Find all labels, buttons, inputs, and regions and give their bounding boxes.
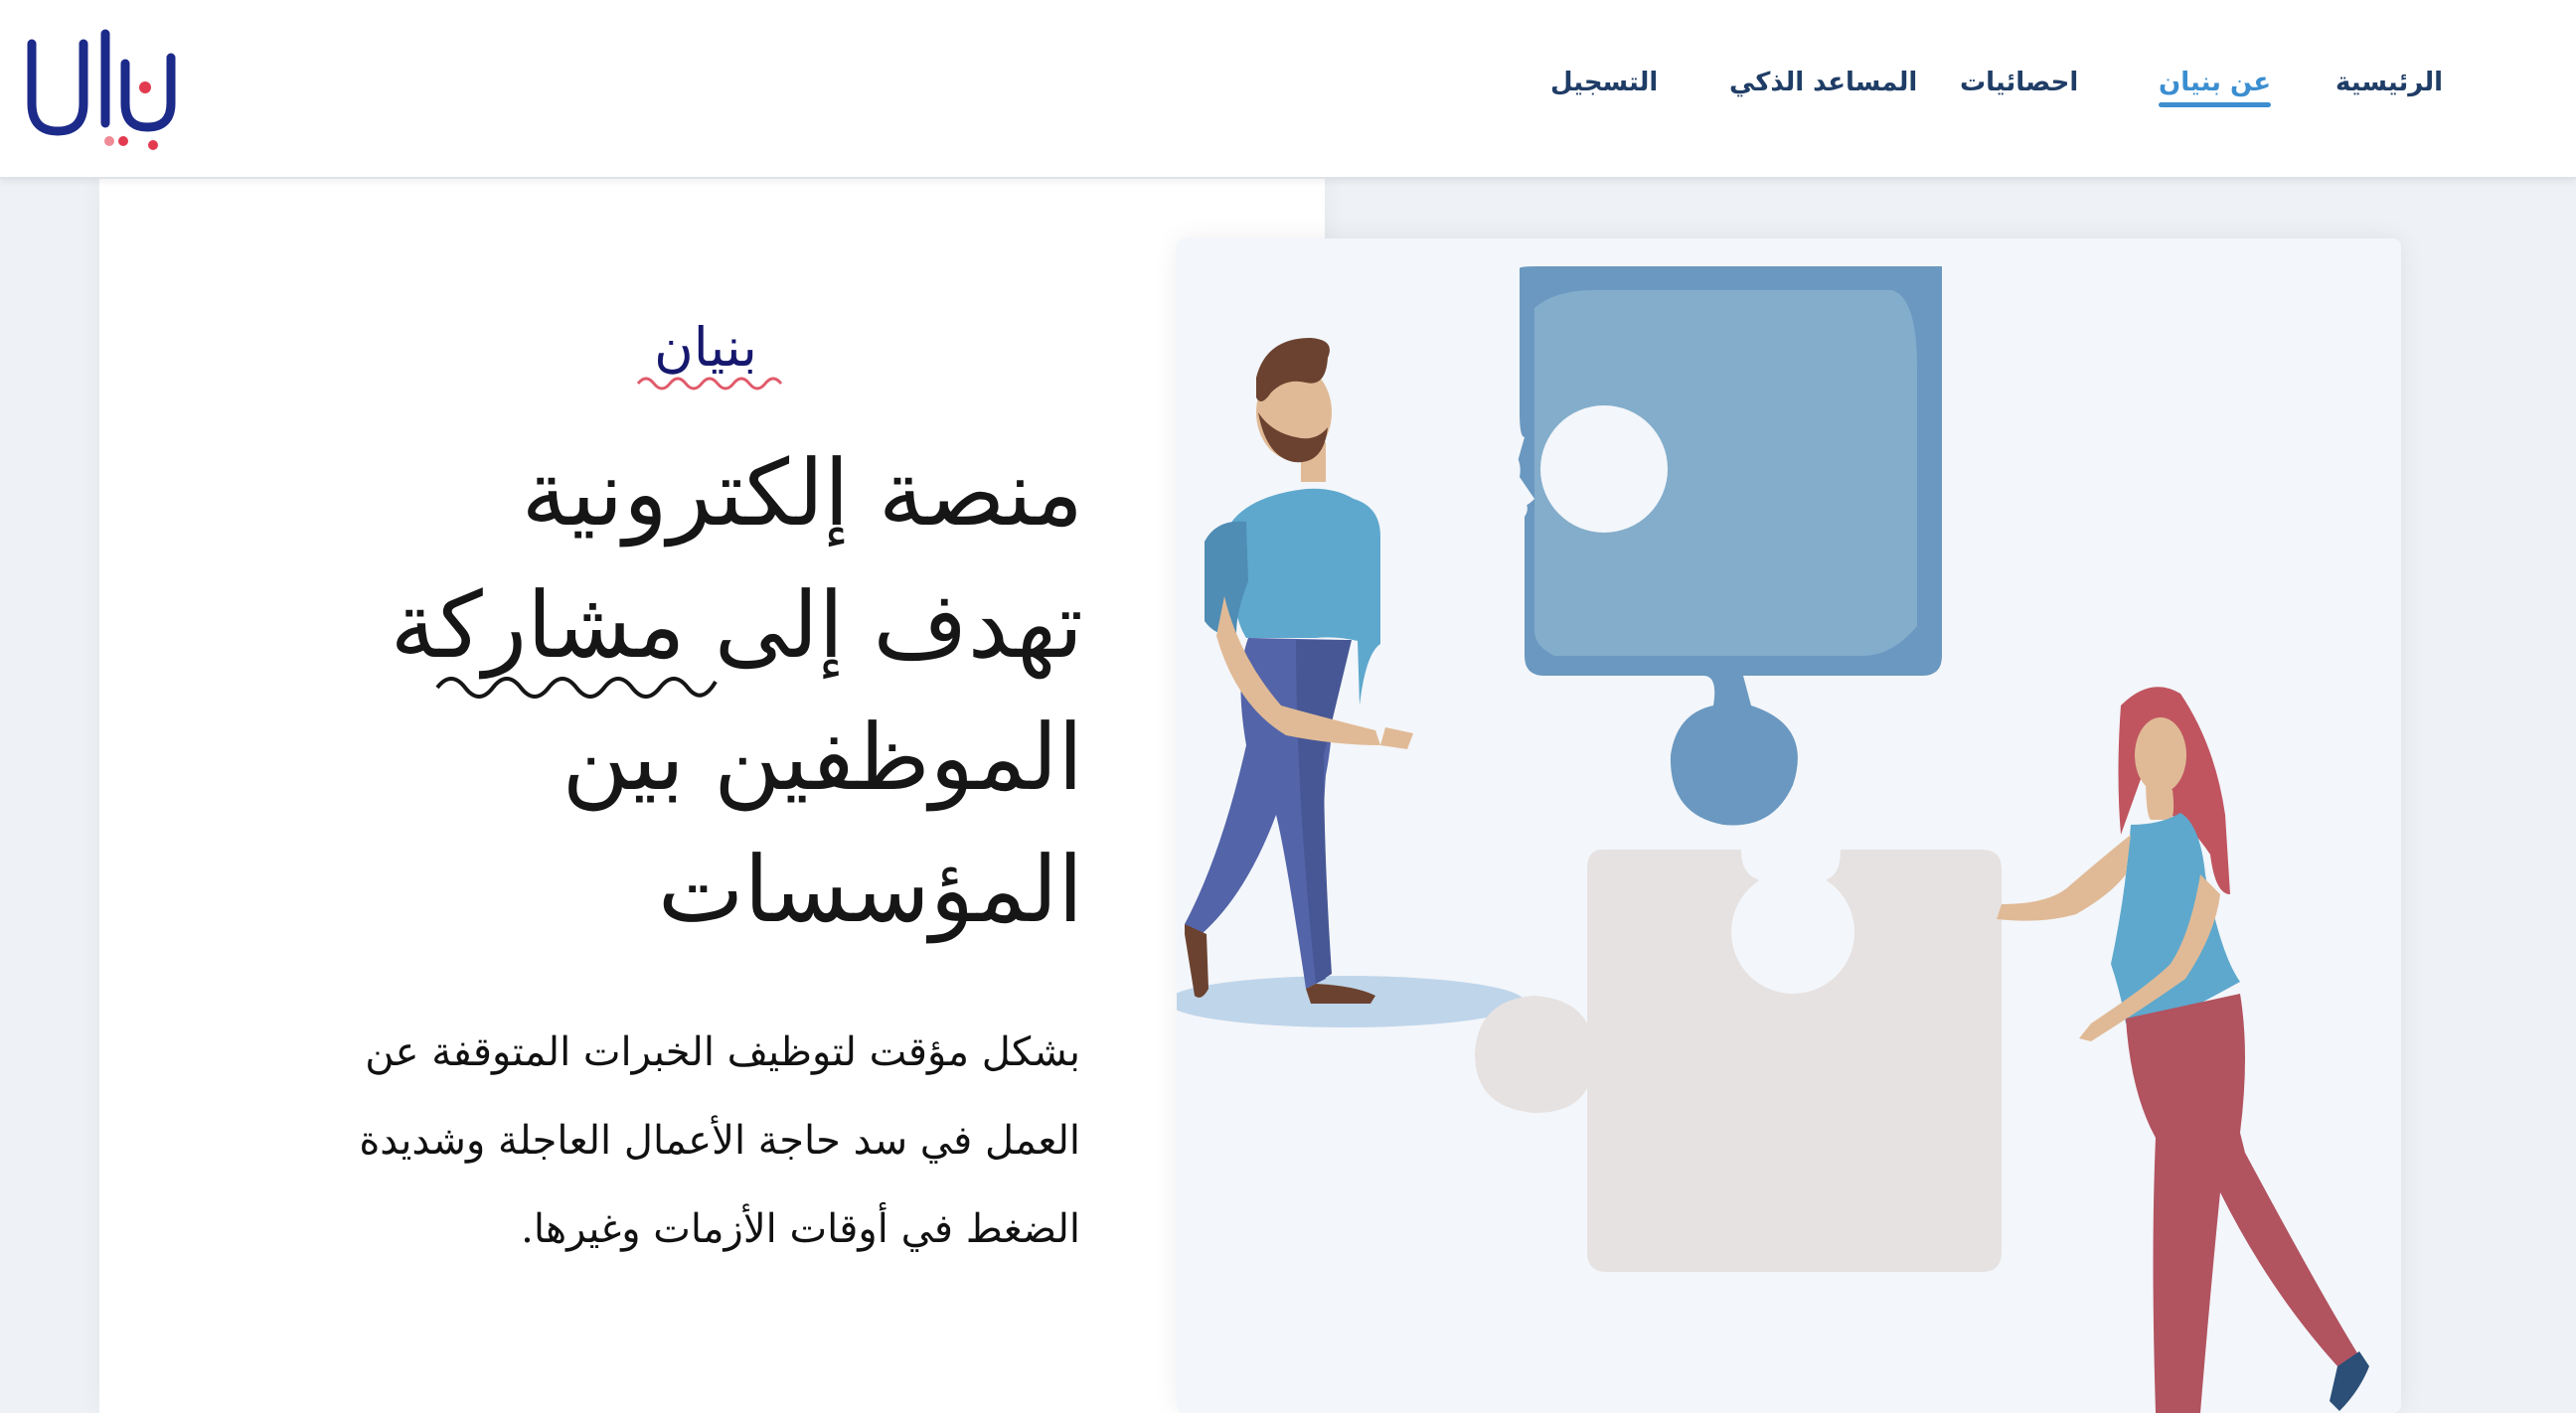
puzzle-illustration — [1177, 266, 2369, 1413]
nav-smart-assistant[interactable]: المساعد الذكي — [1729, 68, 1917, 97]
nav-about[interactable]: عن بنيان — [2159, 68, 2272, 107]
brand-underline-wave — [636, 377, 783, 391]
nav-statistics[interactable]: احصائيات — [1960, 68, 2078, 97]
headline-underline-wave — [435, 677, 718, 699]
hero-description: بشكل مؤقت لتوظيف الخبرات المتوقفة عن الع… — [359, 1029, 1080, 1252]
main-nav: الرئيسية عن بنيان احصائيات المساعد الذكي… — [0, 68, 2576, 117]
nav-register[interactable]: التسجيل — [1550, 68, 1658, 97]
nav-home[interactable]: الرئيسية — [2335, 68, 2443, 97]
site-header: الرئيسية عن بنيان احصائيات المساعد الذكي… — [0, 0, 2576, 179]
brand-name: بنيان — [654, 316, 757, 379]
